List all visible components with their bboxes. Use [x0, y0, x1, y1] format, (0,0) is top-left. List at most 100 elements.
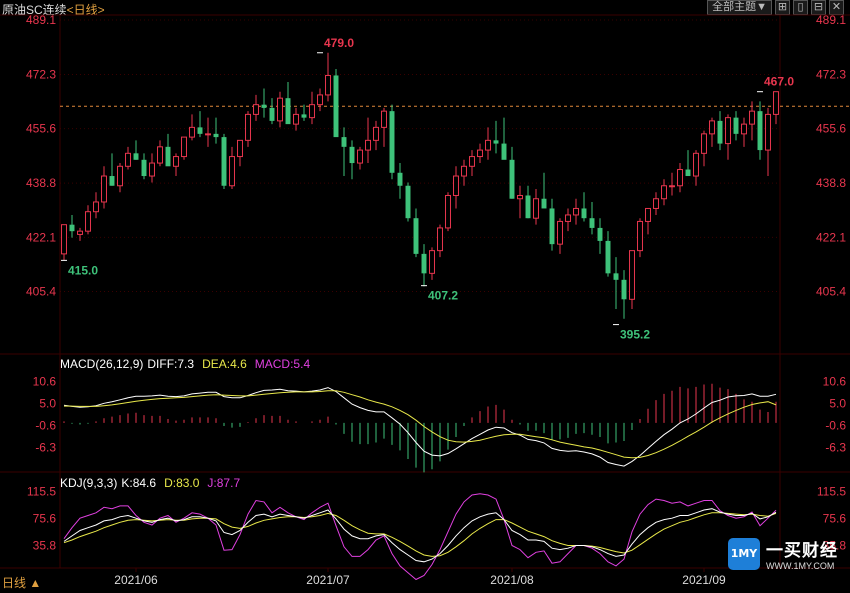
price-ytick-right: 422.1	[816, 230, 846, 244]
candle	[61, 224, 67, 261]
candle	[733, 111, 739, 141]
candle	[557, 218, 563, 254]
candle	[741, 117, 747, 147]
kdj-k-line	[63, 508, 777, 563]
price-ytick-right: 489.1	[816, 13, 846, 27]
candle	[229, 146, 235, 190]
candle-body	[765, 113, 771, 151]
candle-body	[733, 117, 739, 134]
indicator-value: D:83.0	[164, 476, 200, 490]
candle-body	[61, 224, 67, 255]
candle	[709, 117, 715, 147]
candle	[501, 117, 507, 160]
macd-header: MACD(26,12,9) DIFF:7.3 DEA:4.6 MACD:5.4	[60, 357, 318, 371]
macd-ytick-left: 10.6	[33, 374, 57, 388]
candle	[477, 143, 483, 164]
candle-body	[93, 201, 99, 213]
candle-body	[229, 156, 235, 187]
candle-body	[325, 74, 331, 96]
candle	[173, 153, 179, 177]
candle-body	[501, 143, 507, 160]
candle-body	[661, 185, 667, 200]
candle	[461, 159, 467, 186]
candle-body	[701, 133, 707, 154]
candle	[597, 218, 603, 254]
candle	[765, 107, 771, 177]
candle	[541, 172, 547, 209]
kdj-ytick-right: 115.5	[817, 484, 846, 498]
price-ytick-left: 405.4	[26, 285, 56, 299]
candle-body	[405, 185, 411, 219]
candle	[93, 192, 99, 219]
candle	[701, 130, 707, 167]
price-high-label: 479.0	[324, 36, 354, 50]
candle-body	[133, 153, 139, 160]
kline-chart[interactable]: 489.1 489.1 472.3 472.3 455.6 455.6 438.8 438.8…	[0, 0, 850, 593]
candle	[269, 98, 275, 125]
candle	[773, 91, 779, 125]
kdj-ytick-left: 115.5	[27, 484, 56, 498]
candle	[445, 192, 451, 232]
candle-body	[357, 149, 363, 164]
macd-ytick-right: -0.6	[825, 418, 846, 432]
kdj-j-line	[63, 493, 777, 581]
candle	[357, 146, 363, 170]
candle	[749, 101, 755, 141]
candle-body	[437, 227, 443, 252]
candle-body	[69, 224, 75, 232]
price-ytick-left: 455.6	[26, 122, 56, 136]
logo-icon: 1MY	[728, 537, 760, 570]
candle-body	[645, 207, 651, 222]
candle	[197, 111, 203, 138]
candle-body	[397, 172, 403, 186]
candle	[397, 163, 403, 199]
logo-url: WWW.1MY.COM	[766, 561, 835, 571]
candle-body	[349, 146, 355, 164]
macd-ytick-left: 5.0	[39, 396, 56, 410]
candle-body	[445, 194, 451, 229]
candle-body	[277, 97, 283, 122]
macd-ytick-right: -6.3	[825, 441, 846, 455]
candle	[509, 146, 515, 199]
candle-body	[85, 211, 91, 232]
candle	[549, 198, 555, 251]
candle-body	[629, 250, 635, 300]
period-toggle[interactable]: 日线 ▲	[2, 574, 41, 591]
candle	[493, 120, 499, 154]
candle	[149, 153, 155, 183]
kdj-ytick-right: 75.6	[823, 511, 847, 525]
candle-body	[245, 113, 251, 141]
candle	[621, 270, 627, 319]
kdj-ytick-left: 35.8	[33, 539, 57, 553]
price-ytick-right: 455.6	[816, 122, 846, 136]
candle-body	[613, 273, 619, 280]
candle-body	[205, 133, 211, 136]
candle	[613, 257, 619, 310]
kdj-header: KDJ(9,3,3) K:84.6 D:83.0 J:87.7	[60, 476, 248, 490]
candle	[661, 179, 667, 206]
candle-body	[597, 227, 603, 241]
candle	[277, 91, 283, 128]
price-low-label: 407.2	[428, 289, 458, 303]
candle	[525, 185, 531, 219]
candle-body	[565, 214, 571, 222]
candle-body	[197, 127, 203, 134]
candle-body	[493, 140, 499, 144]
candle	[413, 208, 419, 258]
candle	[637, 218, 643, 258]
candle-body	[77, 230, 83, 235]
candle	[669, 172, 675, 196]
macd-diff-line	[63, 387, 777, 467]
xtick-label: 2021/08	[490, 573, 534, 587]
candle-body	[533, 198, 539, 219]
candle	[341, 127, 347, 177]
candle	[157, 140, 163, 167]
candle	[405, 182, 411, 222]
candle-body	[637, 220, 643, 252]
logo-name: 一买财经	[766, 541, 838, 560]
xtick-label: 2021/09	[682, 573, 726, 587]
candle-body	[381, 110, 387, 128]
candle	[429, 247, 435, 280]
xtick-label: 2021/06	[114, 573, 158, 587]
candle	[581, 192, 587, 222]
